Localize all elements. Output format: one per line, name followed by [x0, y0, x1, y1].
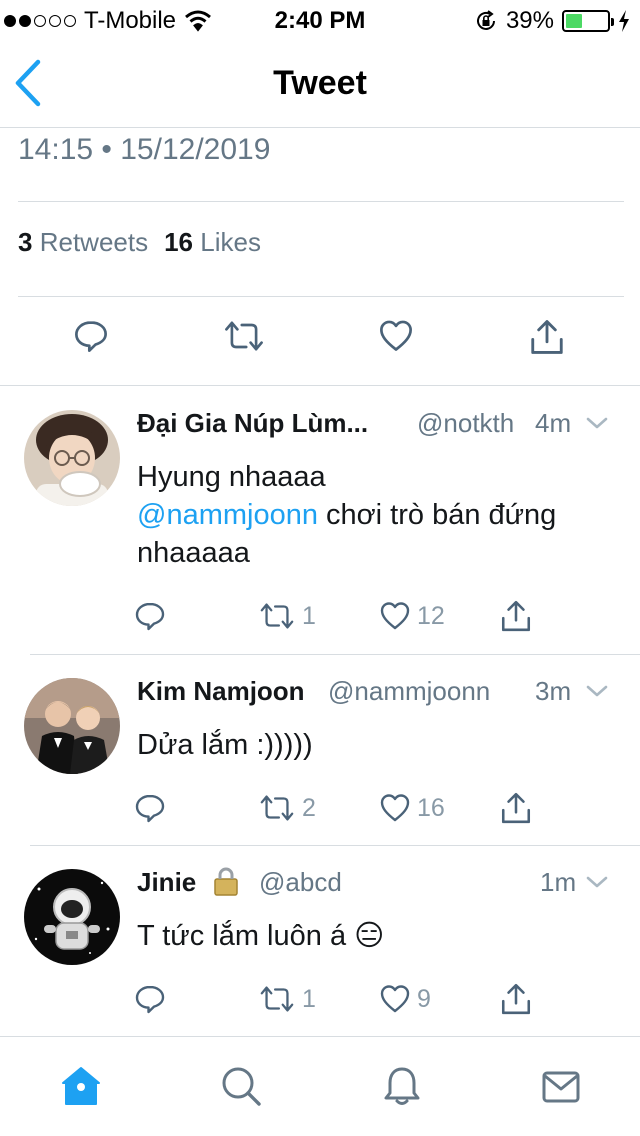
chevron-down-icon[interactable] [584, 410, 610, 436]
like-button[interactable]: 16 [379, 790, 445, 826]
retweet-button[interactable]: 1 [258, 981, 316, 1017]
divider [30, 845, 640, 846]
search-icon [222, 1067, 261, 1106]
retweet-icon [258, 600, 296, 632]
like-button[interactable] [378, 318, 418, 358]
reply-icon [73, 318, 109, 354]
status-bar: T-Mobile 2:40 PM 39% [0, 0, 640, 40]
share-button[interactable] [499, 790, 533, 826]
like-button[interactable]: 12 [379, 598, 445, 634]
mail-icon [542, 1071, 580, 1103]
retweet-count: 1 [302, 601, 316, 630]
share-icon [528, 318, 566, 356]
chevron-down-icon[interactable] [584, 678, 610, 704]
reply-author-handle: @nammjoonn [328, 676, 491, 706]
share-icon [499, 982, 533, 1016]
retweet-button[interactable]: 1 [258, 598, 316, 634]
heart-icon [378, 318, 414, 354]
retweet-button[interactable] [222, 318, 268, 358]
share-icon [499, 791, 533, 825]
tab-bar [0, 1036, 640, 1136]
battery-percent: 39% [505, 7, 554, 34]
reply-text: T tức lắm luôn á 😑 [137, 920, 385, 952]
likes-label: Likes [200, 227, 261, 257]
page-title: Tweet [273, 64, 367, 102]
battery-icon [562, 10, 614, 32]
reply-icon [134, 792, 166, 824]
retweet-count: 1 [302, 984, 316, 1013]
share-button[interactable] [499, 981, 533, 1017]
reply-button[interactable] [134, 981, 166, 1017]
tab-home[interactable] [60, 1065, 104, 1109]
reply-tweet[interactable]: Kim Namjoon @nammjoonn 3m Dửa lắm :)))))… [0, 676, 640, 846]
reply-icon [134, 983, 166, 1015]
reply-author-name[interactable]: Kim Namjoon [137, 676, 305, 707]
avatar[interactable] [24, 678, 120, 774]
retweets-label: Retweets [39, 227, 149, 257]
reply-author-handle: @abcd [259, 867, 342, 897]
lock-icon [214, 867, 238, 896]
reply-button[interactable] [134, 790, 166, 826]
likes-count: 16 [164, 227, 194, 257]
share-button[interactable] [499, 598, 533, 634]
avatar[interactable] [24, 869, 120, 965]
reply-text-part: Hyung nhaaaa [137, 461, 326, 493]
tab-notifications[interactable] [381, 1065, 425, 1109]
likes-stat[interactable]: 16 Likes [164, 227, 261, 258]
reply-time: 4m [535, 408, 572, 438]
divider [30, 654, 640, 655]
reply-button[interactable] [134, 598, 166, 634]
reply-author-name[interactable]: Đại Gia Núp Lùm... [137, 408, 368, 439]
battery-level [566, 14, 582, 28]
rotation-lock-icon [476, 10, 495, 30]
reply-tweet[interactable]: Jinie @abcd 1m T tức lắm luôn á 😑 1 9 [0, 867, 640, 1035]
chevron-down-icon[interactable] [584, 869, 610, 895]
reply-actions: 1 12 [0, 598, 640, 638]
retweet-icon [258, 983, 296, 1015]
share-button[interactable] [528, 318, 568, 358]
heart-icon [379, 792, 411, 824]
tab-messages[interactable] [540, 1065, 584, 1109]
reply-actions: 1 9 [0, 981, 640, 1021]
retweet-button[interactable]: 2 [258, 790, 316, 826]
reply-tweet[interactable]: Đại Gia Núp Lùm... @notkth 4m Hyung nhaa… [0, 408, 640, 654]
like-count: 12 [417, 601, 445, 630]
divider [18, 201, 624, 202]
like-count: 16 [417, 793, 445, 822]
reply-mention-link[interactable]: @nammjoonn [137, 499, 318, 531]
share-icon [499, 599, 533, 633]
avatar[interactable] [24, 410, 120, 506]
home-icon [62, 1067, 100, 1105]
like-count: 9 [417, 984, 431, 1013]
tweet-timestamp: 14:15 • 15/12/2019 [18, 133, 271, 166]
nav-bar: Tweet [0, 40, 640, 128]
reply-icon [134, 600, 166, 632]
reply-author-handle: @notkth [417, 408, 515, 438]
reply-author-name[interactable]: Jinie [137, 867, 196, 898]
reply-button[interactable] [73, 318, 113, 358]
reply-text: Dửa lắm :))))) [137, 729, 313, 761]
divider [0, 385, 640, 386]
retweets-count: 3 [18, 227, 33, 257]
heart-icon [379, 600, 411, 632]
retweet-icon [258, 792, 296, 824]
heart-icon [379, 983, 411, 1015]
retweet-icon [222, 318, 266, 354]
reply-time: 1m [540, 867, 577, 897]
tab-search[interactable] [220, 1065, 264, 1109]
reply-text: Hyung nhaaaa @nammjoonn chơi trò bán đứng… [137, 458, 620, 572]
bell-icon [384, 1067, 420, 1105]
retweets-stat[interactable]: 3 Retweets [18, 227, 148, 258]
divider [18, 296, 624, 297]
retweet-count: 2 [302, 793, 316, 822]
reply-time: 3m [535, 676, 572, 706]
tweet-actions [0, 318, 640, 368]
like-button[interactable]: 9 [379, 981, 431, 1017]
charging-bolt-icon [619, 10, 629, 32]
reply-actions: 2 16 [0, 790, 640, 830]
tweet-stats: 3 Retweets 16 Likes [18, 227, 261, 258]
